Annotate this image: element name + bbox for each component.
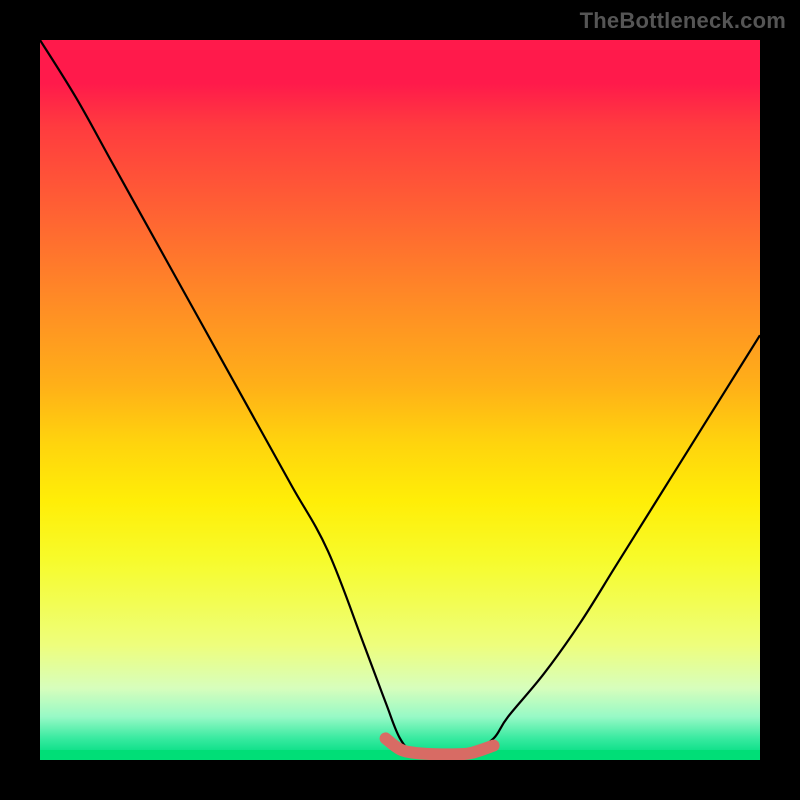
plot-area bbox=[40, 40, 760, 760]
bottleneck-curve bbox=[40, 40, 760, 757]
watermark-text: TheBottleneck.com bbox=[580, 8, 786, 34]
curve-svg bbox=[40, 40, 760, 760]
chart-wrapper: TheBottleneck.com bbox=[0, 0, 800, 800]
